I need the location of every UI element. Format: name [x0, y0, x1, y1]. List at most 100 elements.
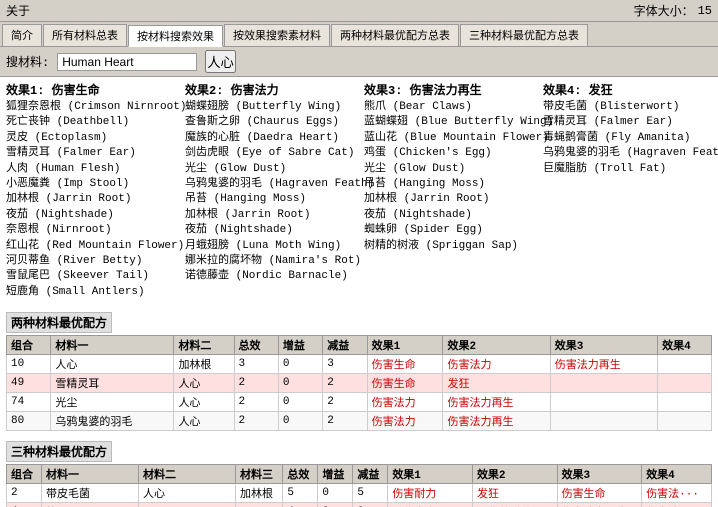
- tab-按材料搜索效果[interactable]: 按材料搜索效果: [128, 25, 223, 47]
- table-cell: 2: [234, 374, 278, 393]
- col-header: 材料一: [51, 336, 174, 355]
- effect-item: 娜米拉的腐坏物 (Namira's Rot): [185, 254, 354, 269]
- effect-cell: [550, 374, 657, 393]
- effect-cell: [550, 412, 657, 431]
- effect-item: 小恶魔粪 (Imp Stool): [6, 177, 175, 192]
- table-cell: 熊爪: [41, 503, 138, 507]
- effect-item: 夜茄 (Nightshade): [364, 208, 533, 223]
- effect-item: 短鹿角 (Small Antlers): [6, 285, 175, 300]
- table-cell: 人心: [174, 412, 234, 431]
- effect-item: 鸡蛋 (Chicken's Egg): [364, 146, 533, 161]
- col-header: 效果4: [642, 465, 712, 484]
- search-label: 搜材料:: [6, 53, 49, 70]
- three-material-section: 三种材料最优配方 组合材料一材料二材料三总效增益减益效果1效果2效果3效果42带…: [6, 437, 712, 507]
- font-size-label: 字体大小：: [634, 2, 694, 19]
- effects-row: 效果1: 伤害生命狐狸奈恩根 (Crimson Nirnroot)死亡丧钟 (D…: [6, 81, 712, 300]
- col-header: 总效: [283, 465, 318, 484]
- effect-item: 雪鼠尾巴 (Skeever Tail): [6, 269, 175, 284]
- table-cell: 0: [278, 412, 322, 431]
- search-button[interactable]: 人心: [205, 50, 236, 73]
- window-title: 关于: [6, 2, 30, 19]
- effect-cell: 伤害法力再生: [443, 393, 550, 412]
- col-header: 效果3: [557, 465, 642, 484]
- effect-item: 乌鸦鬼婆的羽毛 (Hagraven Feath): [543, 146, 712, 161]
- effect-item: 雪精灵耳 (Falmer Ear): [6, 146, 175, 161]
- tab-三种材料最优配方总表[interactable]: 三种材料最优配方总表: [460, 24, 588, 46]
- tab-所有材料总表[interactable]: 所有材料总表: [43, 24, 127, 46]
- effect-cell: [658, 393, 712, 412]
- table-row: 49雪精灵耳人心202伤害生命发狂: [7, 374, 712, 393]
- effect-cell: [658, 412, 712, 431]
- effect-item: 巨魔脂肪 (Troll Fat): [543, 162, 712, 177]
- tab-按效果搜索素材料[interactable]: 按效果搜索素材料: [224, 24, 330, 46]
- table-cell: 2: [323, 393, 367, 412]
- effect-item: 雪精灵耳 (Falmer Ear): [543, 115, 712, 130]
- table-cell: 雪精灵耳: [51, 374, 174, 393]
- effect-col-1: 效果2: 伤害法力蝴蝶翅膀 (Butterfly Wing)查鲁斯之卵 (Cha…: [185, 81, 354, 300]
- tab-两种材料最优配方总表[interactable]: 两种材料最优配方总表: [331, 24, 459, 46]
- col-header: 材料二: [174, 336, 234, 355]
- effect-col-2: 效果3: 伤害法力再生熊爪 (Bear Claws)蓝蝴蝶翅 (Blue But…: [364, 81, 533, 300]
- effect-item: 剑齿虎眼 (Eye of Sabre Cat): [185, 146, 354, 161]
- table-row: 80乌鸦鬼婆的羽毛人心202伤害法力伤害法力再生: [7, 412, 712, 431]
- table-cell: 光尘: [51, 393, 174, 412]
- effect-cell: 伤害法···: [642, 503, 712, 507]
- effect-item: 红山花 (Red Mountain Flower): [6, 239, 175, 254]
- effect-header-1: 效果2: 伤害法力: [185, 81, 354, 98]
- effect-cell: 伤害生命: [367, 355, 443, 374]
- col-header: 效果2: [472, 465, 557, 484]
- col-header: 总效: [234, 336, 278, 355]
- effect-item: 河贝蒂鱼 (River Betty): [6, 254, 175, 269]
- two-material-label: 两种材料最优配方: [6, 312, 112, 333]
- effect-item: 夜茄 (Nightshade): [6, 208, 175, 223]
- table-cell: 2: [234, 412, 278, 431]
- effect-cell: 强化生命: [388, 503, 473, 507]
- col-header: 效果1: [367, 336, 443, 355]
- effect-item: 加林根 (Jarrin Root): [364, 192, 533, 207]
- table-cell: 2: [234, 393, 278, 412]
- effect-item: 光尘 (Glow Dust): [185, 162, 354, 177]
- col-header: 效果4: [658, 336, 712, 355]
- table-cell: 10: [7, 355, 51, 374]
- effect-item: 光尘 (Glow Dust): [364, 162, 533, 177]
- effect-cell: 伤害法力再生: [550, 355, 657, 374]
- effect-cell: 伤害法力: [443, 355, 550, 374]
- font-size-control: 字体大小： 15: [634, 2, 712, 19]
- table-cell: [236, 503, 283, 507]
- table-cell: 人心: [139, 503, 236, 507]
- table-cell: 2: [323, 412, 367, 431]
- effect-cell: [550, 393, 657, 412]
- effect-item: 毒蝇鹅膏菌 (Fly Amanita): [543, 131, 712, 146]
- col-header: 增益: [318, 465, 353, 484]
- effect-item: 蝴蝶翅膀 (Butterfly Wing): [185, 100, 354, 115]
- effect-col-3: 效果4: 发狂带皮毛菌 (Blisterwort)雪精灵耳 (Falmer Ea…: [543, 81, 712, 300]
- table-cell: 0: [278, 393, 322, 412]
- two-material-table-wrapper: 组合材料一材料二总效增益减益效果1效果2效果3效果410人心加林根303伤害生命…: [6, 335, 712, 431]
- effect-item: 狐狸奈恩根 (Crimson Nirnroot): [6, 100, 175, 115]
- table-cell: 49: [7, 374, 51, 393]
- tab-简介[interactable]: 简介: [2, 24, 42, 46]
- effect-item: 夜茄 (Nightshade): [185, 223, 354, 238]
- table-cell: 加林根: [174, 355, 234, 374]
- table-cell: 0: [278, 374, 322, 393]
- table-cell: 人心: [51, 355, 174, 374]
- col-header: 组合: [7, 336, 51, 355]
- table-cell: 74: [7, 393, 51, 412]
- effect-header-2: 效果3: 伤害法力再生: [364, 81, 533, 98]
- effect-cell: 伤害法力: [367, 412, 443, 431]
- effect-item: 人肉 (Human Flesh): [6, 162, 175, 177]
- content-area: 效果1: 伤害生命狐狸奈恩根 (Crimson Nirnroot)死亡丧钟 (D…: [0, 77, 718, 507]
- table-cell: 3: [234, 355, 278, 374]
- effect-item: 月蛾翅膀 (Luna Moth Wing): [185, 239, 354, 254]
- effect-item: 蓝蝴蝶翅 (Blue Butterfly Wing): [364, 115, 533, 130]
- table-cell: 4: [283, 503, 318, 507]
- search-input[interactable]: [57, 53, 197, 71]
- table-cell: 2: [318, 503, 353, 507]
- col-header: 效果2: [443, 336, 550, 355]
- table-cell: 80: [7, 412, 51, 431]
- effect-cell: [658, 355, 712, 374]
- search-bar: 搜材料: 人心: [0, 47, 718, 77]
- effect-item: 吊苔 (Hanging Moss): [364, 177, 533, 192]
- effect-item: 乌鸦鬼婆的羽毛 (Hagraven Feath): [185, 177, 354, 192]
- three-material-label: 三种材料最优配方: [6, 441, 112, 462]
